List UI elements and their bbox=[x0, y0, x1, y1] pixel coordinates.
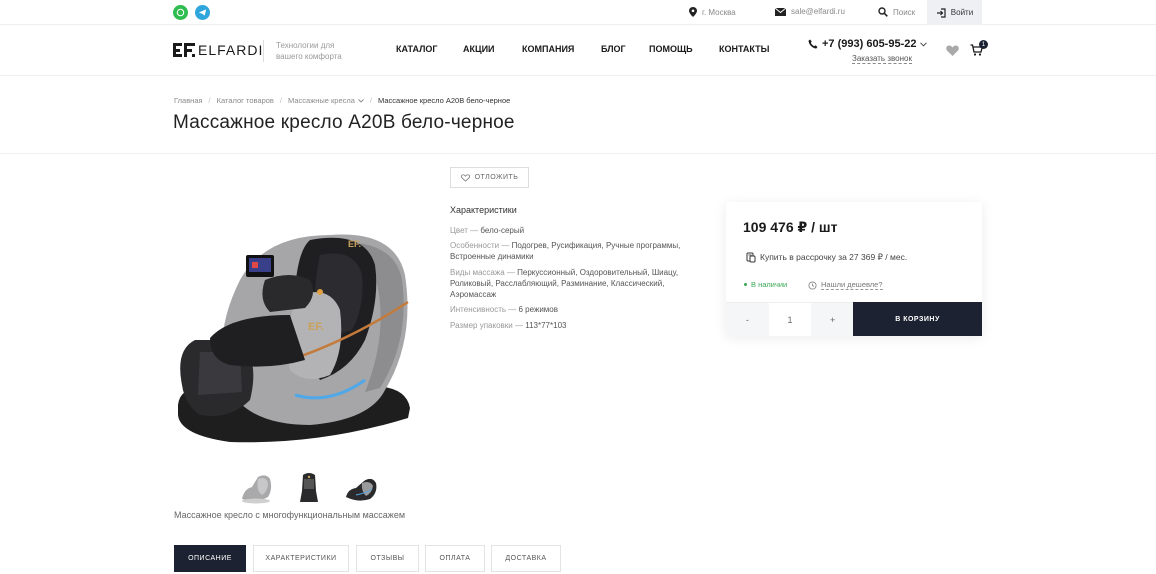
search-button[interactable]: Поиск bbox=[878, 7, 915, 17]
page-title: Массажное кресло A20B бело-черное bbox=[173, 112, 515, 133]
breadcrumb-separator: / bbox=[369, 96, 373, 105]
email-label: sale@elfardi.ru bbox=[791, 7, 845, 16]
logo-mark-icon bbox=[173, 43, 195, 57]
nav-help[interactable]: ПОМОЩЬ bbox=[649, 44, 693, 54]
svg-text:EF.: EF. bbox=[348, 239, 361, 249]
callback-link[interactable]: Заказать звонок bbox=[852, 54, 912, 64]
postpone-button[interactable]: ОТЛОЖИТЬ bbox=[450, 167, 529, 188]
specs-title: Характеристики bbox=[450, 205, 517, 215]
breadcrumb: Главная / Каталог товаров / Массажные кр… bbox=[174, 96, 510, 105]
status-dot-icon bbox=[744, 283, 747, 286]
spec-intensity: Интенсивность — 6 режимов bbox=[450, 305, 559, 314]
installment-icon bbox=[746, 252, 756, 263]
postpone-label: ОТЛОЖИТЬ bbox=[474, 174, 519, 181]
thumbnail-1[interactable] bbox=[238, 471, 276, 505]
nav-blog[interactable]: БЛОГ bbox=[601, 44, 626, 54]
image-caption: Массажное кресло с многофункциональным м… bbox=[174, 510, 406, 520]
price: 109 476 ₽ / шт bbox=[743, 219, 838, 235]
quantity-stepper: - 1 + bbox=[726, 302, 855, 336]
thumbnail-2[interactable] bbox=[290, 471, 328, 505]
breadcrumb-catalog[interactable]: Каталог товаров bbox=[217, 96, 274, 105]
spec-label: Цвет bbox=[450, 226, 468, 235]
spec-value: 113*77*103 bbox=[525, 321, 567, 330]
heart-icon[interactable] bbox=[946, 45, 959, 56]
search-label: Поиск bbox=[893, 7, 916, 17]
stock-status: В наличии bbox=[744, 280, 787, 289]
found-cheaper-label: Нашли дешевле? bbox=[821, 280, 883, 290]
breadcrumb-current: Массажное кресло A20B бело-черное bbox=[378, 96, 511, 105]
email-link[interactable]: sale@elfardi.ru bbox=[775, 7, 845, 16]
breadcrumb-home[interactable]: Главная bbox=[174, 96, 203, 105]
logo-text: ELFARDI bbox=[198, 42, 264, 58]
phone-number[interactable]: +7 (993) 605-95-22 bbox=[808, 38, 928, 50]
installment-link[interactable]: Купить в рассрочку за 27 369 ₽ / мес. bbox=[746, 252, 907, 263]
nav-contacts[interactable]: КОНТАКТЫ bbox=[719, 44, 769, 54]
spec-label: Особенности bbox=[450, 241, 500, 250]
spec-label: Виды массажа bbox=[450, 268, 505, 277]
tab-reviews[interactable]: ОТЗЫВЫ bbox=[356, 545, 419, 572]
quantity-decrease-button[interactable]: - bbox=[726, 303, 769, 336]
spec-value: 6 режимов bbox=[518, 305, 559, 314]
product-image[interactable]: EF. EF. bbox=[170, 220, 420, 445]
chevron-down-icon[interactable] bbox=[358, 98, 364, 103]
whatsapp-icon[interactable] bbox=[173, 5, 188, 20]
quantity-increase-button[interactable]: + bbox=[811, 303, 855, 336]
svg-text:EF.: EF. bbox=[308, 321, 324, 333]
heart-outline-icon bbox=[460, 173, 470, 182]
section-divider bbox=[0, 153, 1156, 154]
breadcrumb-separator: / bbox=[208, 96, 211, 105]
stock-label: В наличии bbox=[751, 280, 788, 289]
search-icon bbox=[878, 7, 888, 17]
logo-divider bbox=[263, 40, 264, 62]
found-cheaper-link[interactable]: Нашли дешевле? bbox=[808, 280, 883, 290]
breadcrumb-separator: / bbox=[279, 96, 283, 105]
nav-catalog[interactable]: КАТАЛОГ bbox=[396, 44, 438, 54]
spec-label: Интенсивность bbox=[450, 305, 507, 314]
spec-features: Особенности — Подогрев, Русификация, Руч… bbox=[450, 241, 681, 261]
tab-specifications[interactable]: ХАРАКТЕРИСТИКИ bbox=[253, 545, 349, 572]
phone-icon bbox=[808, 39, 818, 49]
login-icon bbox=[936, 7, 946, 18]
location-pin-icon bbox=[689, 7, 697, 17]
installment-label: Купить в рассрочку за 27 369 ₽ / мес. bbox=[760, 252, 908, 262]
spec-massage-types: Виды массажа — Перкуссионный, Оздоровите… bbox=[450, 268, 679, 299]
nav-promos[interactable]: АКЦИИ bbox=[463, 44, 495, 54]
telegram-icon[interactable] bbox=[195, 5, 210, 20]
main-header: ELFARDI Технологии для вашего комфорта К… bbox=[0, 25, 1156, 76]
thumbnail-3[interactable] bbox=[342, 471, 380, 505]
breadcrumb-massage-chairs[interactable]: Массажные кресла bbox=[288, 96, 355, 105]
logo[interactable]: ELFARDI bbox=[173, 42, 263, 58]
tab-description[interactable]: ОПИСАНИЕ bbox=[174, 545, 246, 572]
nav-company[interactable]: КОМПАНИЯ bbox=[522, 44, 574, 54]
envelope-icon bbox=[775, 7, 786, 16]
spec-label: Размер упаковки bbox=[450, 321, 513, 330]
top-bar: г. Москва sale@elfardi.ru Поиск Войти bbox=[0, 0, 1156, 25]
city-label: г. Москва bbox=[702, 7, 736, 17]
thumbnail-strip bbox=[238, 471, 380, 505]
login-button[interactable]: Войти bbox=[927, 0, 982, 25]
spec-color: Цвет — бело-серый bbox=[450, 226, 525, 235]
spec-package-size: Размер упаковки — 113*77*103 bbox=[450, 321, 567, 330]
cart-count-badge: 1 bbox=[979, 40, 988, 49]
add-to-cart-button[interactable]: В КОРЗИНУ bbox=[853, 302, 982, 336]
tab-payment[interactable]: ОПЛАТА bbox=[425, 545, 485, 572]
buy-card: 109 476 ₽ / шт Купить в рассрочку за 27 … bbox=[726, 202, 982, 336]
chevron-down-icon bbox=[920, 41, 928, 47]
quantity-input[interactable]: 1 bbox=[769, 303, 812, 336]
tagline: Технологии для вашего комфорта bbox=[276, 41, 342, 61]
city-selector[interactable]: г. Москва bbox=[689, 7, 736, 17]
tag-icon bbox=[808, 280, 817, 290]
spec-value: бело-серый bbox=[480, 226, 525, 235]
login-label: Войти bbox=[950, 8, 974, 17]
tab-delivery[interactable]: ДОСТАВКА bbox=[491, 545, 561, 572]
phone-label: +7 (993) 605-95-22 bbox=[822, 38, 917, 50]
